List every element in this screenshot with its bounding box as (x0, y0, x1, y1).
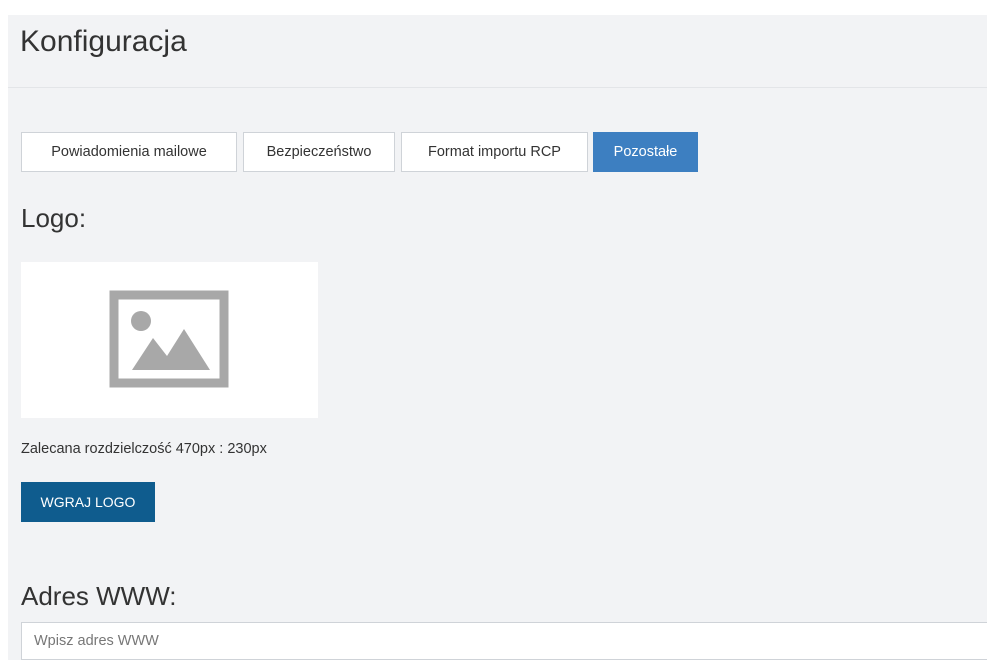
website-label: Adres WWW: (21, 581, 177, 611)
header-divider (8, 87, 987, 88)
tab-email-notifications[interactable]: Powiadomienia mailowe (21, 132, 237, 172)
logo-preview (21, 262, 318, 418)
image-placeholder-icon (109, 290, 229, 388)
page-title: Konfiguracja (20, 25, 187, 58)
tab-security[interactable]: Bezpieczeństwo (243, 132, 395, 172)
website-url-input[interactable] (21, 622, 987, 660)
upload-logo-button[interactable]: WGRAJ LOGO (21, 482, 155, 522)
logo-label: Logo: (21, 203, 87, 233)
configuration-panel: Konfiguracja Powiadomienia mailowe Bezpi… (8, 15, 987, 660)
tab-other[interactable]: Pozostałe (593, 132, 698, 172)
tab-rcp-import-format[interactable]: Format importu RCP (401, 132, 588, 172)
resolution-note: Zalecana rozdzielczość 470px : 230px (21, 441, 267, 457)
